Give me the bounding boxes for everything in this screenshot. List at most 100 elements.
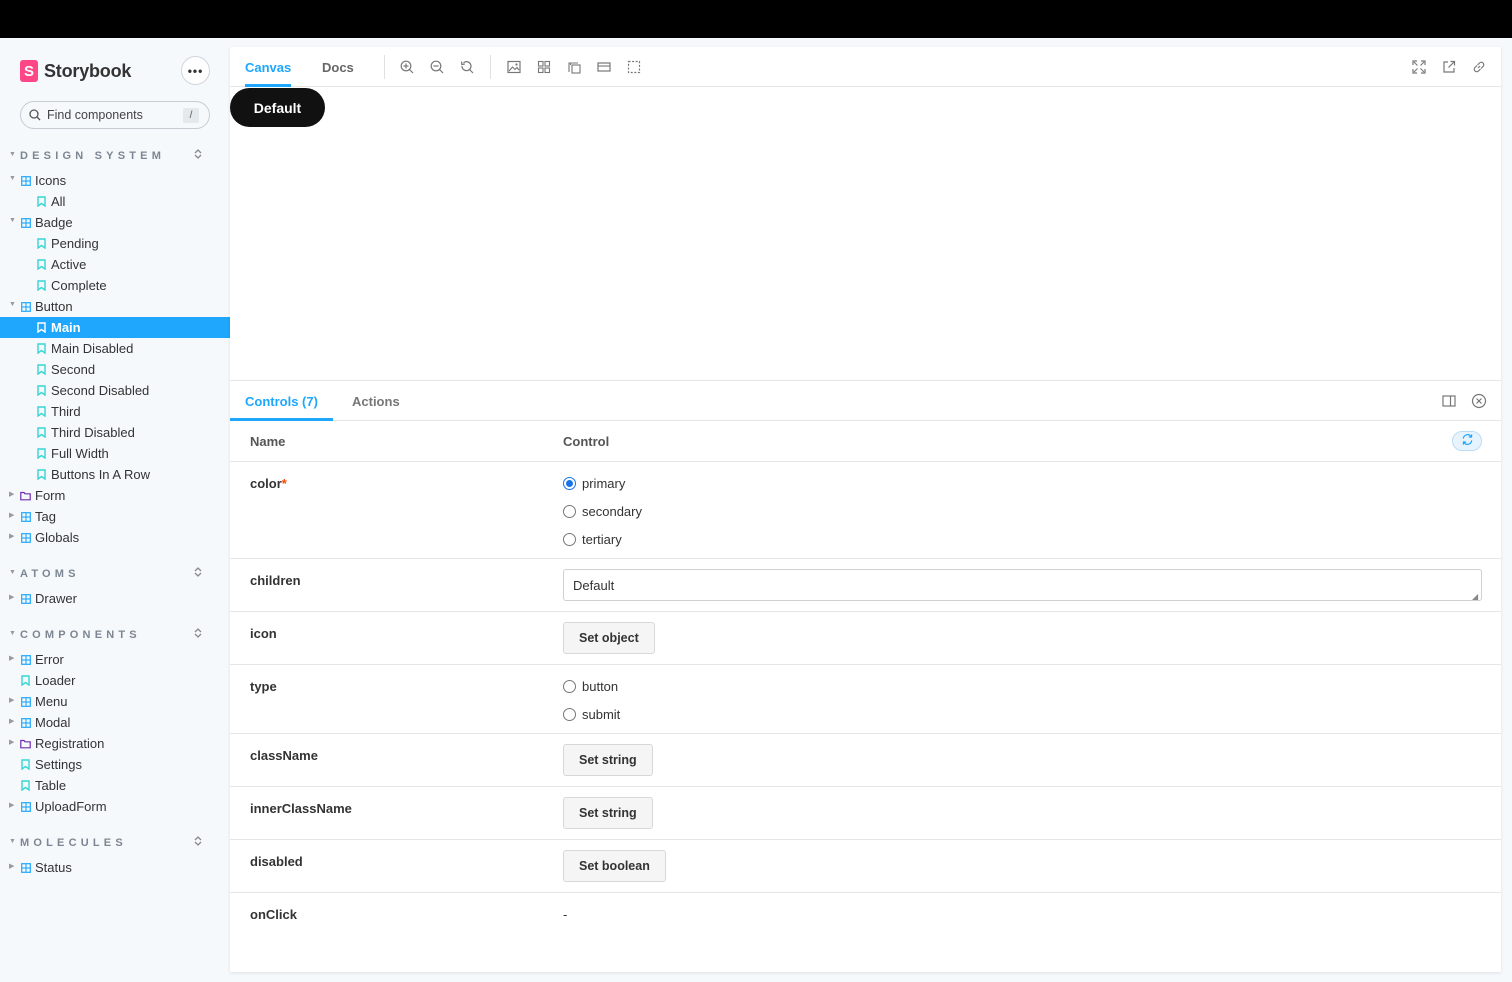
zoom-in-icon[interactable] (399, 59, 415, 75)
caret-right-icon[interactable]: ▶ (9, 654, 14, 662)
sidebar-item-badge[interactable]: ▼ Badge (0, 212, 230, 233)
sidebar-item-third-disabled[interactable]: Third Disabled (0, 422, 230, 443)
tab-actions[interactable]: Actions (337, 381, 415, 421)
caret-down-icon[interactable]: ▼ (9, 217, 16, 224)
close-panel-icon[interactable] (1471, 393, 1487, 409)
fullscreen-icon[interactable] (1411, 59, 1427, 75)
sidebar-group-header[interactable]: ▼ MOLECULES (0, 833, 230, 854)
viewport-icon[interactable] (596, 59, 612, 75)
sidebar-item-registration[interactable]: ▶ Registration (0, 733, 230, 754)
zoom-reset-icon[interactable] (459, 59, 475, 75)
sidebar-item-second[interactable]: Second (0, 359, 230, 380)
tab-docs[interactable]: Docs (322, 47, 354, 87)
main-area: Canvas Docs Default Controls (7) Actions… (230, 47, 1501, 972)
radio-circle[interactable] (563, 708, 576, 721)
radio-secondary[interactable]: secondary (563, 504, 642, 519)
brand[interactable]: S Storybook (20, 60, 131, 82)
grid-icon[interactable] (536, 59, 552, 75)
measure-icon[interactable] (566, 59, 582, 75)
addons-panel: Controls (7) Actions Name Control color*… (230, 380, 1501, 972)
radio-circle[interactable] (563, 477, 576, 490)
outline-icon[interactable] (626, 59, 642, 75)
caret-right-icon[interactable]: ▶ (9, 511, 14, 519)
sidebar-item-second-disabled[interactable]: Second Disabled (0, 380, 230, 401)
set-string-button[interactable]: Set string (563, 744, 653, 776)
tab-canvas[interactable]: Canvas (245, 47, 292, 87)
sidebar-item-third[interactable]: Third (0, 401, 230, 422)
sidebar-group-header[interactable]: ▼ ATOMS (0, 564, 230, 585)
expand-collapse-icon[interactable] (193, 627, 203, 640)
caret-down-icon[interactable]: ▼ (9, 301, 16, 308)
radio-circle[interactable] (563, 505, 576, 518)
radio-tertiary[interactable]: tertiary (563, 532, 622, 547)
sidebar-item-status[interactable]: ▶ Status (0, 857, 230, 878)
sidebar-item-icons[interactable]: ▼ Icons (0, 170, 230, 191)
zoom-out-icon[interactable] (429, 59, 445, 75)
sidebar-item-error[interactable]: ▶ Error (0, 649, 230, 670)
sidebar-item-uploadform[interactable]: ▶ UploadForm (0, 796, 230, 817)
caret-right-icon[interactable]: ▶ (9, 696, 14, 704)
sidebar-item-globals[interactable]: ▶ Globals (0, 527, 230, 548)
sidebar-item-form[interactable]: ▶ Form (0, 485, 230, 506)
set-boolean-button[interactable]: Set boolean (563, 850, 666, 882)
sidebar-item-label: UploadForm (35, 799, 107, 814)
search-box: / (20, 101, 210, 129)
caret-right-icon[interactable]: ▶ (9, 717, 14, 725)
sidebar-item-loader[interactable]: Loader (0, 670, 230, 691)
radio-button[interactable]: button (563, 679, 618, 694)
copy-link-icon[interactable] (1471, 59, 1487, 75)
sidebar-item-label: Third (51, 404, 81, 419)
sidebar-item-buttons-in-a-row[interactable]: Buttons In A Row (0, 464, 230, 485)
sidebar-item-label: Pending (51, 236, 99, 251)
caret-right-icon[interactable]: ▶ (9, 593, 14, 601)
sidebar-item-menu[interactable]: ▶ Menu (0, 691, 230, 712)
reset-controls-button[interactable] (1452, 431, 1482, 451)
bookmark-icon (20, 780, 31, 791)
sidebar-item-active[interactable]: Active (0, 254, 230, 275)
sidebar-item-main[interactable]: Main (0, 317, 230, 338)
expand-collapse-icon[interactable] (193, 835, 203, 848)
expand-collapse-icon[interactable] (193, 566, 203, 579)
sidebar-item-table[interactable]: Table (0, 775, 230, 796)
set-string-button[interactable]: Set string (563, 797, 653, 829)
folder-icon (20, 490, 31, 501)
sidebar-item-label: Tag (35, 509, 56, 524)
open-new-tab-icon[interactable] (1441, 59, 1457, 75)
radio-submit[interactable]: submit (563, 707, 620, 722)
caret-down-icon[interactable]: ▼ (9, 175, 16, 182)
sidebar-item-button[interactable]: ▼ Button (0, 296, 230, 317)
sidebar-item-main-disabled[interactable]: Main Disabled (0, 338, 230, 359)
sidebar-item-complete[interactable]: Complete (0, 275, 230, 296)
radio-circle[interactable] (563, 533, 576, 546)
sidebar-item-full-width[interactable]: Full Width (0, 443, 230, 464)
tab-controls[interactable]: Controls (7) (230, 381, 333, 421)
sidebar-item-modal[interactable]: ▶ Modal (0, 712, 230, 733)
radio-primary[interactable]: primary (563, 476, 625, 491)
sidebar-item-tag[interactable]: ▶ Tag (0, 506, 230, 527)
sidebar-item-drawer[interactable]: ▶ Drawer (0, 588, 230, 609)
children-text-field[interactable]: Default (563, 569, 1482, 601)
preview-default-button[interactable]: Default (230, 88, 325, 127)
sidebar-item-pending[interactable]: Pending (0, 233, 230, 254)
sidebar-item-label: Active (51, 257, 87, 272)
resize-handle-icon[interactable]: ◢ (1472, 592, 1478, 601)
sidebar-group-header[interactable]: ▼ DESIGN SYSTEM (0, 146, 230, 167)
more-menu-button[interactable]: ••• (181, 56, 210, 85)
caret-right-icon[interactable]: ▶ (9, 862, 14, 870)
caret-right-icon[interactable]: ▶ (9, 738, 14, 746)
radio-circle[interactable] (563, 680, 576, 693)
sidebar-item-settings[interactable]: Settings (0, 754, 230, 775)
set-object-button[interactable]: Set object (563, 622, 655, 654)
background-icon[interactable] (506, 59, 522, 75)
sidebar-item-label: Second (51, 362, 96, 377)
caret-down-icon: ▼ (9, 569, 16, 576)
panel-orientation-icon[interactable] (1441, 393, 1457, 409)
search-input[interactable] (47, 108, 167, 122)
sidebar-item-all[interactable]: All (0, 191, 230, 212)
caret-right-icon[interactable]: ▶ (9, 532, 14, 540)
expand-collapse-icon[interactable] (193, 148, 203, 161)
control-name: innerClassName (250, 801, 352, 816)
caret-right-icon[interactable]: ▶ (9, 801, 14, 809)
sidebar-group-header[interactable]: ▼ COMPONENTS (0, 625, 230, 646)
caret-right-icon[interactable]: ▶ (9, 490, 14, 498)
